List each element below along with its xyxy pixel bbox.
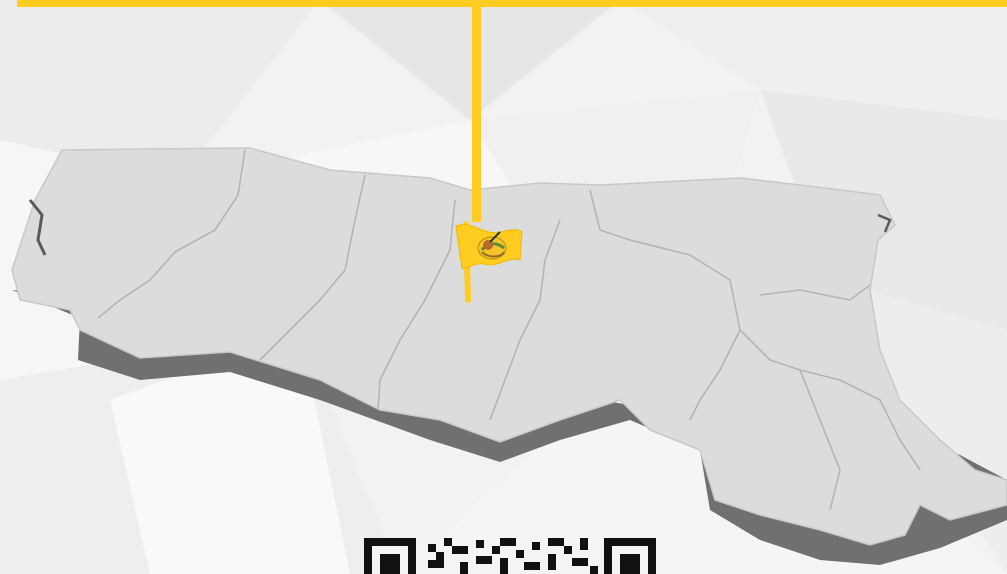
qr-code-icon[interactable] (364, 538, 656, 574)
flag-with-emblem-icon[interactable] (448, 218, 528, 304)
region-surface (11, 147, 1007, 546)
marker-connector-line (472, 0, 481, 222)
